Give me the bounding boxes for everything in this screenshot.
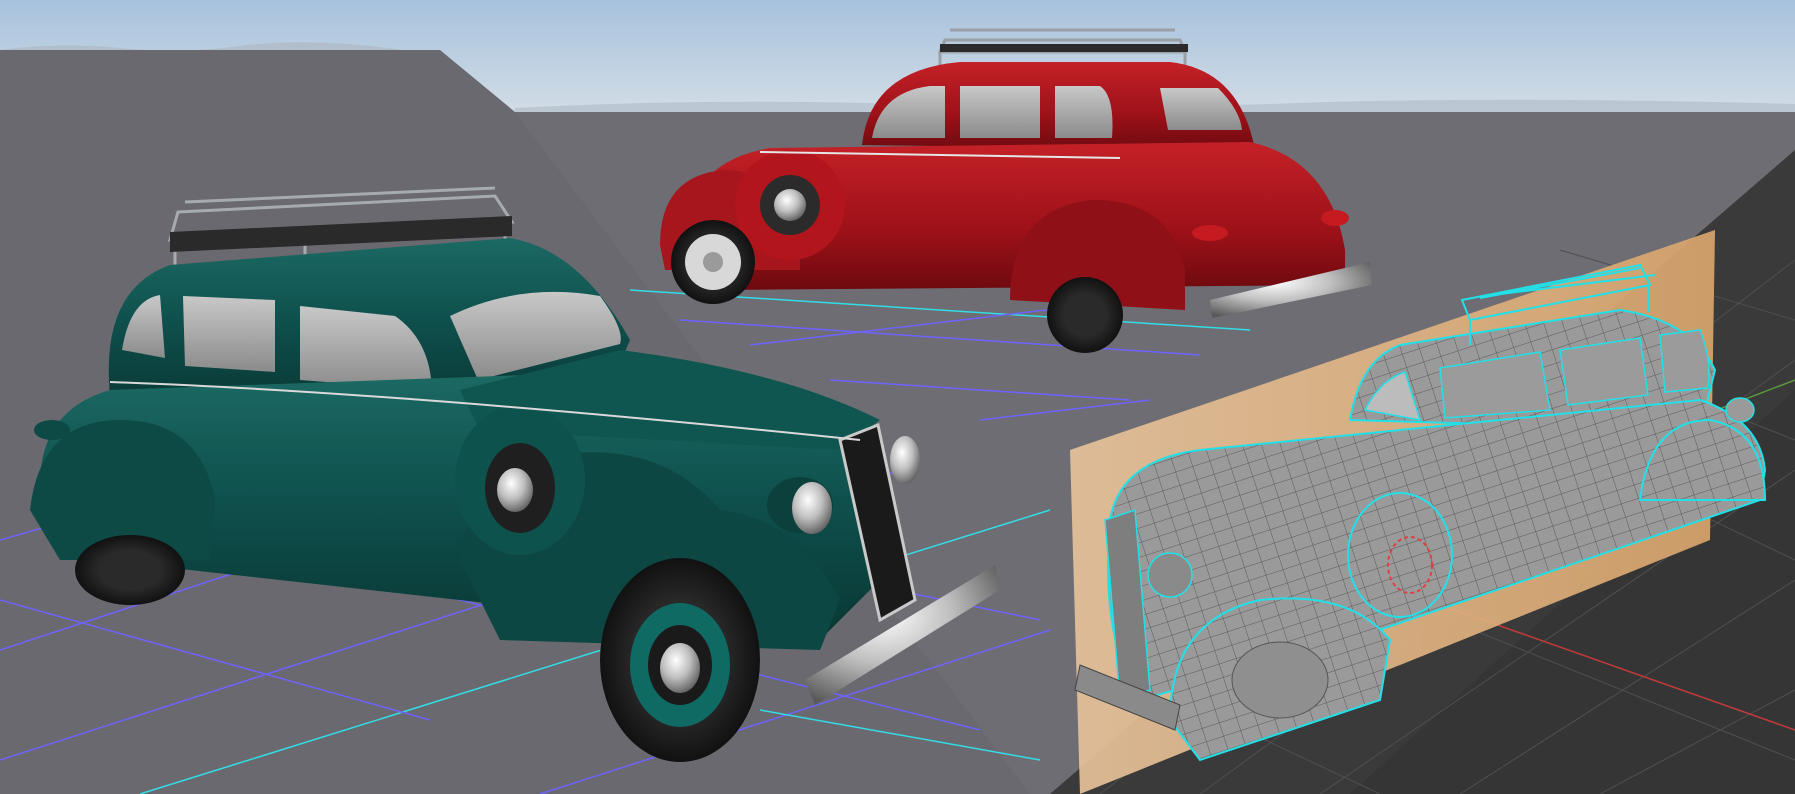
render-composite [0, 0, 1795, 794]
scene-canvas [0, 0, 1795, 794]
wireframe-front-wheel [1231, 641, 1329, 719]
green-rear-wheel [75, 535, 185, 605]
